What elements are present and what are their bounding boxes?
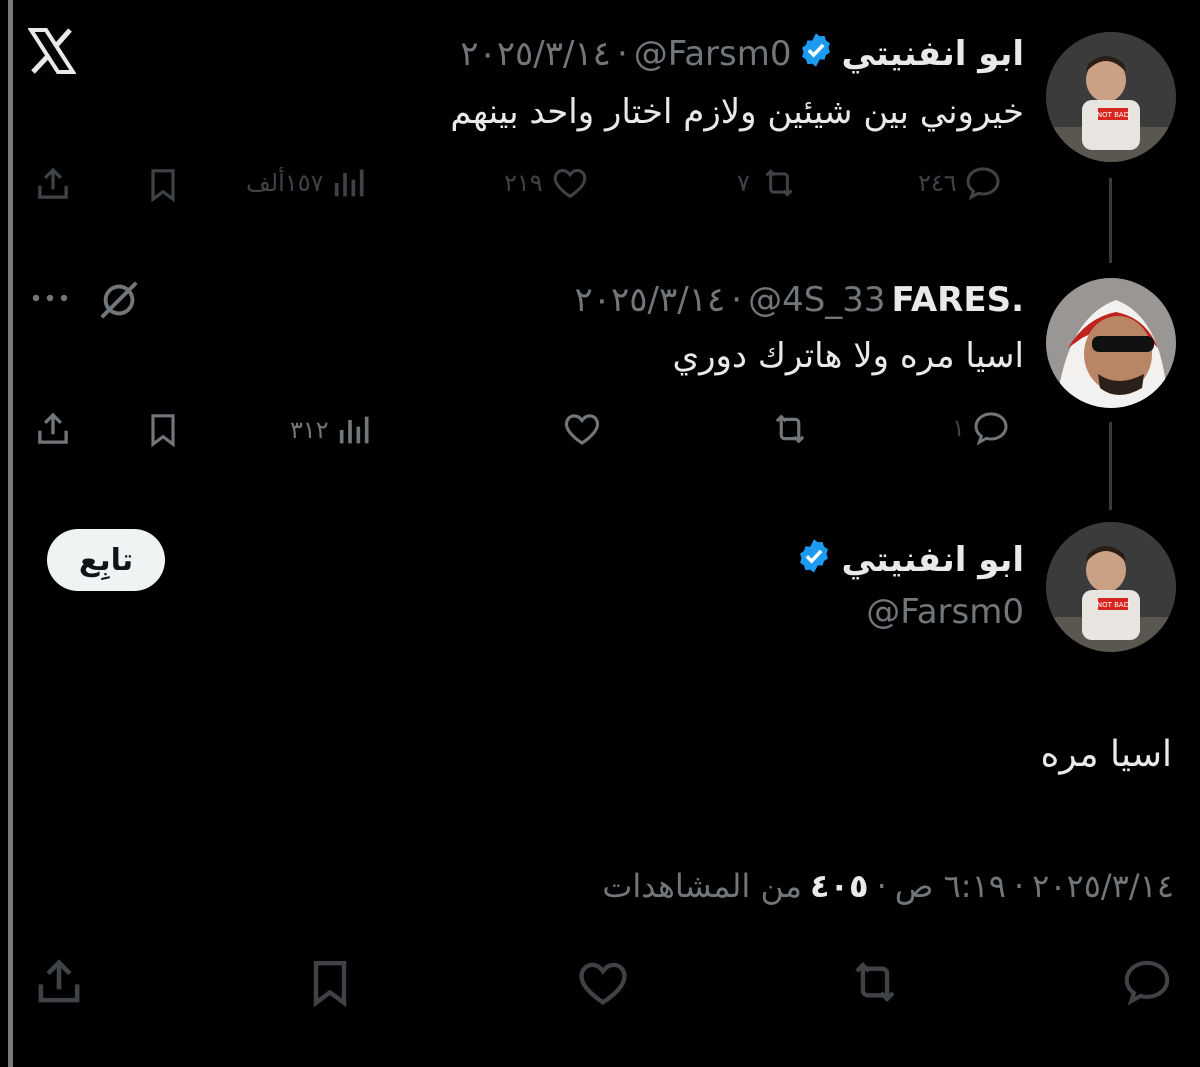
tweet-date[interactable]: ٢٠٢٥/٣/١٤ — [1032, 867, 1174, 905]
tweet-date[interactable]: ٢٠٢٥/٣/١٤ — [460, 34, 611, 74]
reply-button[interactable]: ٢٤٦ — [918, 163, 1003, 203]
reply-count: ٢٤٦ — [918, 169, 957, 197]
like-button[interactable]: ٢١٩ — [504, 163, 591, 203]
svg-text:NOT BAD: NOT BAD — [1097, 601, 1129, 609]
retweet-count: ٧ — [737, 169, 750, 197]
retweet-icon — [756, 163, 802, 203]
retweet-icon — [766, 408, 814, 450]
retweet-button[interactable]: ٧ — [737, 163, 802, 203]
window-edge — [0, 0, 14, 1067]
avatar[interactable]: NOT BAD — [1046, 32, 1176, 162]
bookmark-button[interactable] — [143, 410, 183, 450]
like-icon — [573, 954, 633, 1012]
bookmark-button[interactable] — [302, 955, 358, 1011]
author-handle[interactable]: @Farsm0 — [634, 34, 792, 74]
tweet-text: خيروني بين شيئين ولازم اختار واحد بينهم — [450, 92, 1024, 132]
grok-icon[interactable] — [96, 277, 142, 327]
retweet-icon — [843, 953, 907, 1011]
svg-text:NOT BAD: NOT BAD — [1097, 111, 1129, 119]
views-icon — [335, 410, 375, 450]
views-count: ١٥٧ألف — [246, 169, 324, 197]
like-icon — [560, 408, 604, 450]
x-logo-icon[interactable] — [27, 28, 77, 78]
share-button[interactable] — [30, 953, 88, 1011]
verified-icon — [797, 31, 835, 78]
separator-dot: · — [876, 867, 887, 905]
tweet-time[interactable]: ٦:١٩ ص — [895, 867, 1006, 905]
follow-button[interactable]: تابِع — [47, 529, 165, 591]
author-name[interactable]: FARES. — [892, 280, 1024, 320]
reply-icon — [971, 408, 1011, 448]
tweet-text: اسيا مره — [1040, 734, 1172, 775]
views-count: ٤٠٥ — [809, 867, 869, 905]
views-icon — [330, 163, 370, 203]
bookmark-icon — [143, 165, 183, 205]
like-icon — [549, 163, 591, 203]
reply-count: ١ — [952, 414, 965, 442]
views-button[interactable]: ١٥٧ألف — [246, 163, 370, 203]
views-button[interactable]: ٣١٢ — [290, 410, 375, 450]
share-icon — [32, 163, 74, 205]
avatar[interactable] — [1046, 278, 1176, 408]
views-count: ٣١٢ — [290, 416, 329, 444]
reply-icon — [963, 163, 1003, 203]
like-button[interactable] — [573, 954, 633, 1012]
author-name[interactable]: ابو انفنيتي — [841, 540, 1024, 580]
views-label: من المشاهدات — [602, 867, 802, 905]
thread-connector — [1109, 422, 1112, 510]
share-icon — [30, 953, 88, 1011]
share-icon — [32, 408, 74, 450]
like-button[interactable] — [560, 408, 604, 450]
bookmark-icon — [302, 955, 358, 1011]
bookmark-button[interactable] — [143, 165, 183, 205]
share-button[interactable] — [32, 163, 74, 205]
share-button[interactable] — [32, 408, 74, 450]
reply-icon — [1120, 955, 1174, 1009]
separator-dot: · — [731, 280, 743, 320]
tweet-date[interactable]: ٢٠٢٥/٣/١٤ — [575, 280, 726, 320]
bookmark-icon — [143, 410, 183, 450]
tweet-text: اسيا مره ولا هاترك دوري — [672, 336, 1024, 376]
retweet-button[interactable] — [766, 408, 814, 450]
separator-dot: · — [1013, 867, 1025, 905]
more-icon[interactable] — [30, 283, 70, 317]
author-name[interactable]: ابو انفنيتي — [841, 34, 1024, 74]
reply-button[interactable]: ١ — [952, 408, 1011, 448]
separator-dot: · — [616, 34, 628, 74]
thread-connector — [1109, 178, 1112, 263]
retweet-button[interactable] — [843, 953, 907, 1011]
reply-button[interactable] — [1120, 955, 1174, 1009]
verified-icon — [795, 537, 833, 584]
author-handle[interactable]: @4S_33 — [748, 280, 885, 320]
author-handle[interactable]: @Farsm0 — [866, 592, 1024, 632]
avatar[interactable]: NOT BAD — [1046, 522, 1176, 652]
like-count: ٢١٩ — [504, 169, 543, 197]
